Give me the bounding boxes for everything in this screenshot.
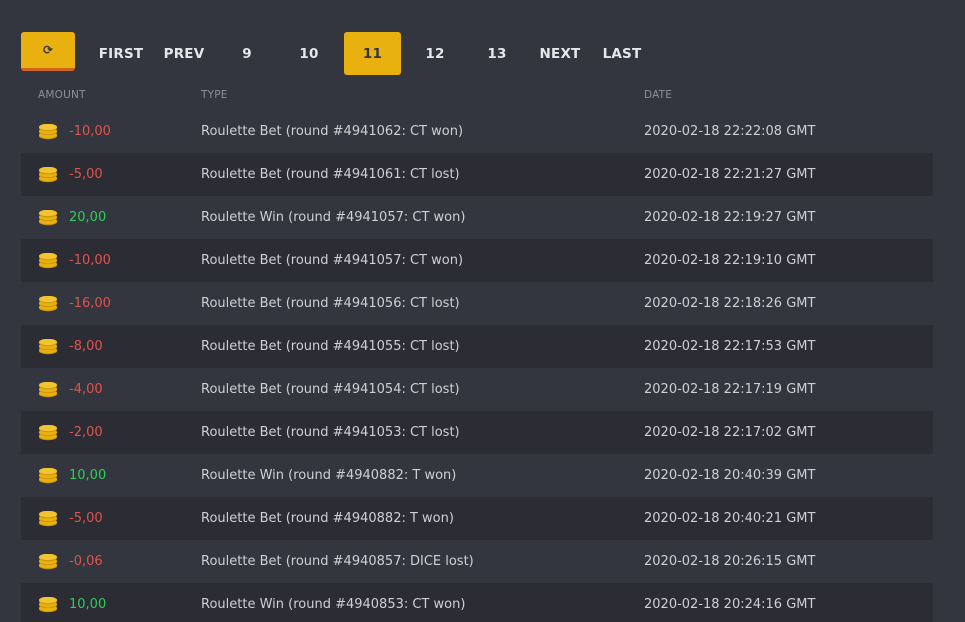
table-row: 10,00 Roulette Win (round #4940853: CT w… [21,583,933,622]
transaction-date: 2020-02-18 22:21:27 GMT [644,167,816,182]
refresh-button[interactable]: ⟳ [21,32,75,71]
transaction-date: 2020-02-18 22:17:53 GMT [644,339,816,354]
transaction-type: Roulette Win (round #4940882: T won) [201,468,457,483]
next-page-link[interactable]: NEXT [533,32,587,75]
amount-value: -8,00 [69,339,103,354]
coins-icon [39,468,57,484]
transaction-table: -10,00 Roulette Bet (round #4941062: CT … [21,110,933,622]
amount-value: -2,00 [69,425,103,440]
transaction-type: Roulette Bet (round #4941054: CT lost) [201,382,460,397]
transaction-date: 2020-02-18 20:40:21 GMT [644,511,816,526]
table-row: -4,00 Roulette Bet (round #4941054: CT l… [21,368,933,411]
transaction-date: 2020-02-18 22:17:02 GMT [644,425,816,440]
table-row: 20,00 Roulette Win (round #4941057: CT w… [21,196,933,239]
table-row: -10,00 Roulette Bet (round #4941062: CT … [21,110,933,153]
table-row: -0,06 Roulette Bet (round #4940857: DICE… [21,540,933,583]
last-page-link[interactable]: LAST [595,32,649,75]
coins-icon [39,253,57,269]
amount-value: 20,00 [69,210,107,225]
transaction-date: 2020-02-18 22:17:19 GMT [644,382,816,397]
coins-icon [39,597,57,613]
page-link-9[interactable]: 9 [220,32,274,75]
date-column-header: DATE [644,89,673,101]
amount-value: -16,00 [69,296,111,311]
coins-icon [39,511,57,527]
transaction-date: 2020-02-18 20:26:15 GMT [644,554,816,569]
coins-icon [39,296,57,312]
transaction-type: Roulette Win (round #4940853: CT won) [201,597,466,612]
amount-value: -4,00 [69,382,103,397]
page-link-13[interactable]: 13 [470,32,524,75]
amount-value: 10,00 [69,468,107,483]
table-row: -2,00 Roulette Bet (round #4941053: CT l… [21,411,933,454]
table-row: -5,00 Roulette Bet (round #4941061: CT l… [21,153,933,196]
table-row: -16,00 Roulette Bet (round #4941056: CT … [21,282,933,325]
transaction-date: 2020-02-18 22:18:26 GMT [644,296,816,311]
coins-icon [39,124,57,140]
amount-column-header: AMOUNT [38,89,86,101]
page-link-10[interactable]: 10 [282,32,336,75]
transaction-type: Roulette Bet (round #4941056: CT lost) [201,296,460,311]
type-column-header: TYPE [201,89,228,101]
page-link-12[interactable]: 12 [408,32,462,75]
transaction-type: Roulette Bet (round #4941062: CT won) [201,124,464,139]
page-link-11-active[interactable]: 11 [344,32,401,75]
transaction-date: 2020-02-18 20:40:39 GMT [644,468,816,483]
amount-value: 10,00 [69,597,107,612]
amount-value: -5,00 [69,511,103,526]
transaction-date: 2020-02-18 22:19:10 GMT [644,253,816,268]
coins-icon [39,382,57,398]
coins-icon [39,210,57,226]
transaction-history-page: ⟳ FIRST PREV 9 10 11 12 13 NEXT LAST AMO… [0,0,965,622]
table-row: -5,00 Roulette Bet (round #4940882: T wo… [21,497,933,540]
first-page-link[interactable]: FIRST [94,32,148,75]
amount-value: -0,06 [69,554,103,569]
transaction-type: Roulette Win (round #4941057: CT won) [201,210,466,225]
transaction-type: Roulette Bet (round #4941055: CT lost) [201,339,460,354]
table-row: 10,00 Roulette Win (round #4940882: T wo… [21,454,933,497]
transaction-date: 2020-02-18 22:19:27 GMT [644,210,816,225]
prev-page-link[interactable]: PREV [157,32,211,75]
amount-value: -10,00 [69,124,111,139]
table-row: -8,00 Roulette Bet (round #4941055: CT l… [21,325,933,368]
coins-icon [39,167,57,183]
coins-icon [39,339,57,355]
amount-value: -5,00 [69,167,103,182]
transaction-date: 2020-02-18 22:22:08 GMT [644,124,816,139]
refresh-icon: ⟳ [42,43,54,57]
coins-icon [39,425,57,441]
transaction-type: Roulette Bet (round #4940857: DICE lost) [201,554,474,569]
amount-value: -10,00 [69,253,111,268]
table-row: -10,00 Roulette Bet (round #4941057: CT … [21,239,933,282]
transaction-type: Roulette Bet (round #4940882: T won) [201,511,454,526]
coins-icon [39,554,57,570]
table-header: AMOUNT TYPE DATE [0,89,965,103]
transaction-date: 2020-02-18 20:24:16 GMT [644,597,816,612]
transaction-type: Roulette Bet (round #4941053: CT lost) [201,425,460,440]
transaction-type: Roulette Bet (round #4941057: CT won) [201,253,464,268]
transaction-type: Roulette Bet (round #4941061: CT lost) [201,167,460,182]
